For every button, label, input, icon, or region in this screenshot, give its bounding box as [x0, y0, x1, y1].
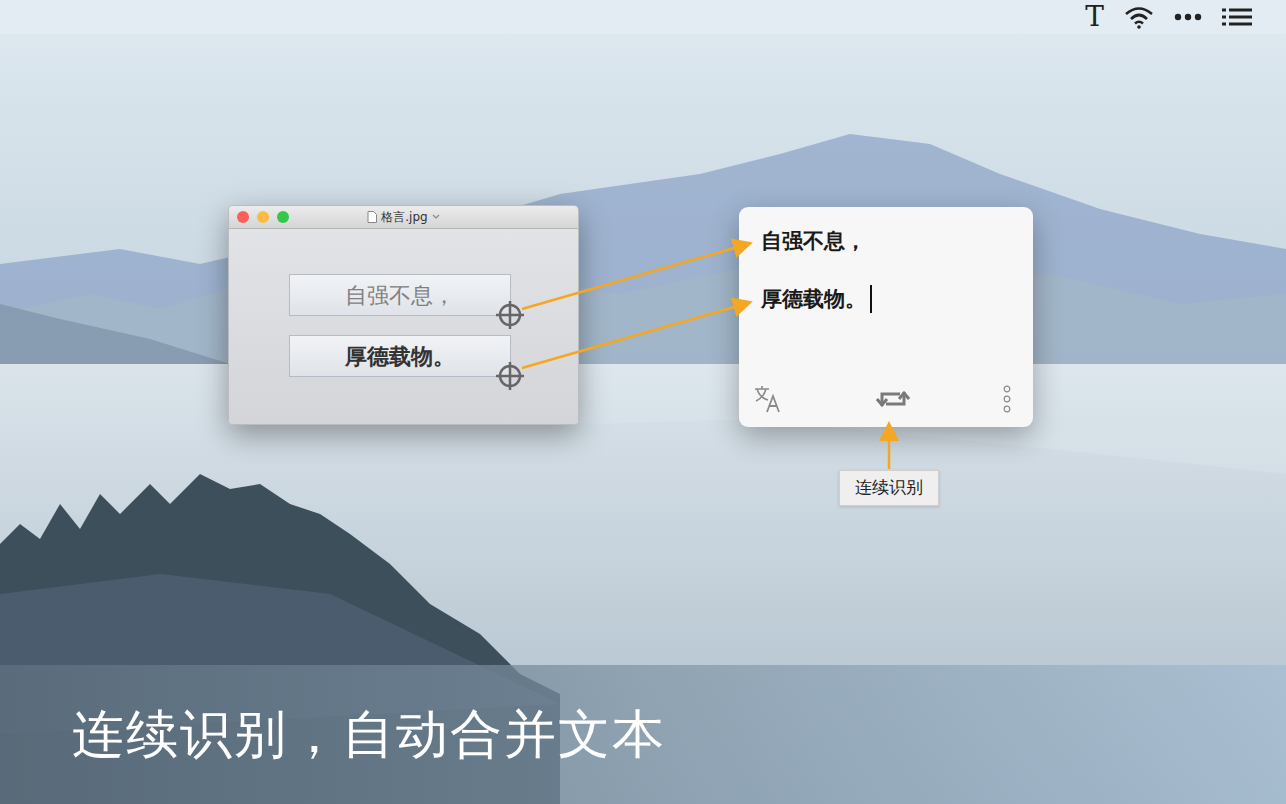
crosshair-icon — [495, 300, 525, 330]
caption: 连续识别，自动合并文本 — [72, 703, 666, 765]
text-region[interactable]: 厚德载物。 — [289, 335, 511, 377]
result-line: 厚德载物。 — [761, 282, 1011, 316]
crosshair-icon — [495, 361, 525, 391]
close-button[interactable] — [237, 211, 249, 223]
text-caret — [870, 285, 872, 313]
document-icon — [367, 211, 377, 223]
window-title: 格言.jpg — [381, 211, 427, 223]
region-text: 厚德载物。 — [345, 340, 455, 373]
menu-bar: T — [0, 0, 1286, 34]
desktop-area: 格言.jpg 自强不息， 厚德载物。 自强不息， 厚德载物。连续识别 — [0, 34, 1286, 665]
list-icon[interactable] — [1222, 8, 1252, 26]
region-text: 自强不息， — [345, 279, 455, 312]
minimize-button[interactable] — [257, 211, 269, 223]
result-popup[interactable]: 自强不息， 厚德载物。 — [739, 207, 1033, 427]
image-content: 自强不息， 厚德载物。 — [229, 229, 578, 424]
desktop: 格言.jpg 自强不息， 厚德载物。 自强不息， 厚德载物。连续识别连续识别，自动合并文… — [0, 34, 1286, 804]
result-text[interactable]: 自强不息， 厚德载物。 — [739, 207, 1033, 377]
translate-icon[interactable] — [753, 385, 783, 413]
pointer-arrows — [0, 34, 1286, 665]
repeat-icon[interactable] — [876, 386, 910, 412]
tooltip: 连续识别 — [839, 470, 939, 506]
text-region[interactable]: 自强不息， — [289, 274, 511, 316]
more-icon[interactable] — [1174, 13, 1202, 21]
title-bar[interactable]: 格言.jpg — [229, 206, 578, 229]
chevron-icon — [432, 214, 440, 220]
app-menu-icon[interactable]: T — [1085, 3, 1104, 31]
zoom-button[interactable] — [277, 211, 289, 223]
result-line: 自强不息， — [761, 224, 1011, 258]
caption-band: 连续识别，自动合并文本 — [0, 665, 1286, 804]
more-options-icon[interactable] — [1003, 385, 1011, 413]
image-window[interactable]: 格言.jpg 自强不息， 厚德载物。 — [228, 205, 579, 425]
popup-toolbar — [739, 377, 1033, 427]
screen: T 格言.jpg 自强不息， 厚德载物。 自强不息， 厚德载物。连续识别连续识别，自动合并… — [0, 0, 1286, 804]
wifi-icon[interactable] — [1124, 5, 1154, 29]
